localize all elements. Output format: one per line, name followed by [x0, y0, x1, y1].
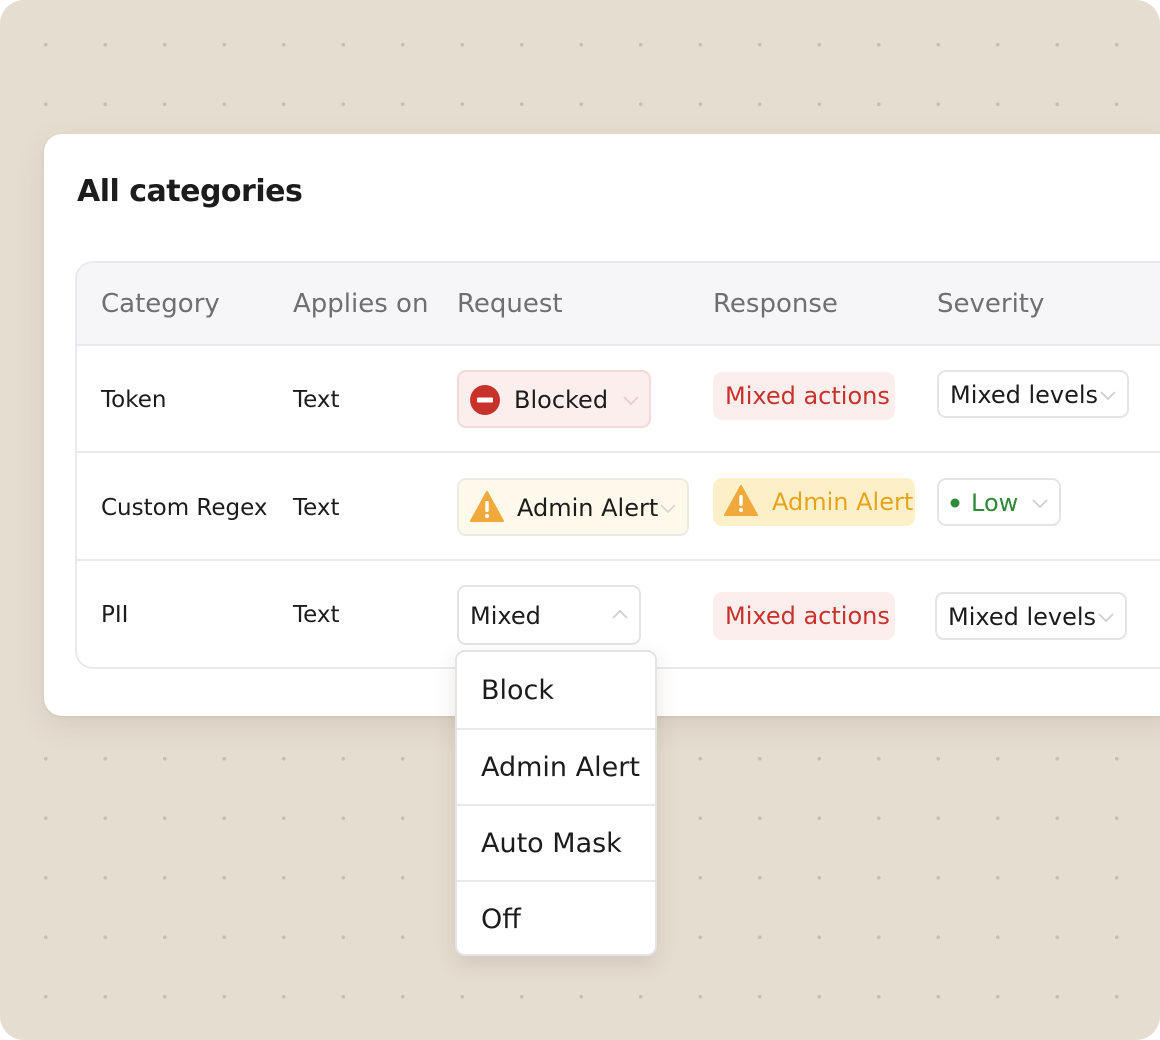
request-dropdown-menu: Block Admin Alert Auto Mask Off [455, 650, 657, 956]
column-header-severity: Severity [937, 289, 1045, 319]
blocked-icon [470, 385, 500, 415]
column-header-request: Request [457, 289, 563, 319]
categories-table: Category Applies on Request Response Sev… [75, 261, 1160, 669]
column-header-applies-on: Applies on [293, 289, 429, 319]
table-row: Token Text Blocked Mixed actions Mixed l… [77, 346, 1160, 453]
applies-on-cell: Text [293, 387, 340, 413]
chevron-up-icon [612, 609, 628, 619]
category-cell: PII [101, 602, 129, 628]
request-select[interactable]: Admin Alert [457, 478, 689, 536]
dropdown-option-block[interactable]: Block [457, 652, 655, 728]
warning-icon [470, 491, 504, 522]
request-select-label: Blocked [514, 386, 609, 414]
request-select-open[interactable]: Mixed [457, 585, 641, 645]
categories-card: All categories Category Applies on Reque… [44, 134, 1160, 716]
response-badge[interactable]: Mixed actions [713, 372, 895, 420]
applies-on-cell: Text [293, 602, 340, 628]
severity-select[interactable]: Mixed levels [935, 592, 1127, 640]
warning-icon [724, 485, 758, 516]
response-badge[interactable]: Admin Alert [713, 478, 915, 526]
severity-select-label: Mixed levels [948, 603, 1097, 631]
response-badge-label: Mixed actions [725, 382, 890, 410]
column-header-response: Response [713, 289, 838, 319]
dropdown-option-auto-mask[interactable]: Auto Mask [457, 804, 655, 880]
severity-select[interactable]: Low [937, 478, 1061, 526]
green-dot-icon [950, 498, 960, 508]
category-cell: Custom Regex [101, 495, 268, 521]
severity-select-label: Low [971, 489, 1019, 517]
table-header: Category Applies on Request Response Sev… [77, 263, 1160, 346]
response-badge-label: Mixed actions [725, 602, 890, 630]
request-select-label: Mixed [470, 602, 541, 630]
severity-select-label: Mixed levels [950, 381, 1099, 409]
category-cell: Token [101, 387, 167, 413]
request-select-label: Admin Alert [517, 494, 659, 522]
response-badge[interactable]: Mixed actions [713, 592, 895, 640]
column-header-category: Category [101, 289, 220, 319]
applies-on-cell: Text [293, 495, 340, 521]
chevron-down-icon [1032, 499, 1048, 509]
chevron-down-icon [623, 396, 639, 406]
dotted-background: All categories Category Applies on Reque… [0, 0, 1160, 1040]
response-badge-label: Admin Alert [772, 488, 914, 516]
dropdown-option-admin-alert[interactable]: Admin Alert [457, 728, 655, 804]
chevron-down-icon [1098, 613, 1114, 623]
chevron-down-icon [1100, 391, 1116, 401]
severity-select[interactable]: Mixed levels [937, 370, 1129, 418]
dropdown-option-off[interactable]: Off [457, 880, 655, 954]
chevron-down-icon [660, 504, 676, 514]
page-title: All categories [77, 174, 303, 209]
request-select[interactable]: Blocked [457, 370, 651, 428]
table-row: Custom Regex Text Admin Alert Admin Aler… [77, 454, 1160, 561]
